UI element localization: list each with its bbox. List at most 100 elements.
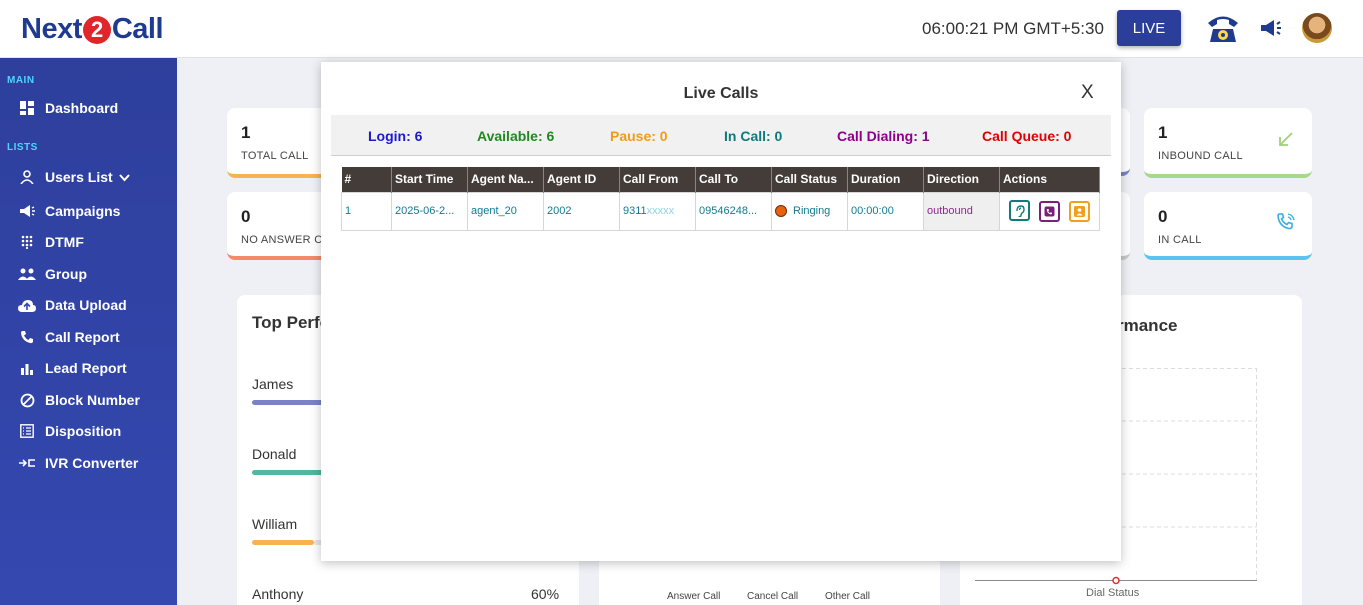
pause-count: Pause: 0 (610, 128, 668, 144)
sidebar-item-dashboard[interactable]: Dashboard (18, 100, 118, 116)
telephone-icon[interactable] (1206, 12, 1240, 49)
sidebar-item-label: IVR Converter (45, 455, 139, 471)
section-lists-label: LISTS (7, 142, 38, 153)
performer-bar (252, 400, 332, 405)
sidebar-item-label: Dashboard (45, 100, 119, 116)
sidebar-item-label: DTMF (45, 234, 84, 250)
column-header[interactable]: Call To (695, 167, 772, 192)
live-button[interactable]: LIVE (1117, 10, 1181, 46)
table-row[interactable]: 1 2025-06-2... agent_20 2002 9311xxxxx 0… (341, 191, 1100, 231)
table-header-row: # Start Time Agent Na... Agent ID Call F… (341, 167, 1100, 192)
sidebar-item-group[interactable]: Group (18, 266, 87, 282)
total-call-label: TOTAL CALL (241, 150, 309, 162)
dial-status-point (1112, 576, 1120, 585)
ear-icon (1016, 205, 1025, 217)
in-call-label: IN CALL (1158, 234, 1202, 246)
legend-other-call: Other Call (825, 591, 871, 602)
cell-duration: 00:00:00 (847, 191, 924, 231)
brand-suffix: Call (111, 13, 164, 45)
performer-bar (252, 470, 332, 475)
sidebar-item-label: Users List (45, 169, 113, 185)
sidebar-item-lead-report[interactable]: Lead Report (18, 360, 127, 376)
sidebar-item-users-list[interactable]: Users List (18, 169, 130, 185)
brand-prefix: Next (21, 13, 82, 45)
sidebar-item-data-upload[interactable]: Data Upload (18, 297, 127, 313)
cell-direction: outbound (923, 191, 1000, 231)
brand-logo[interactable]: Next 2 Call (21, 13, 164, 46)
list-icon (18, 423, 36, 439)
column-header[interactable]: Actions (999, 167, 1100, 192)
close-button[interactable]: X (1081, 82, 1094, 104)
avatar[interactable] (1302, 13, 1332, 43)
group-icon (18, 266, 36, 282)
cell-call-status: Ringing (771, 191, 848, 231)
column-header[interactable]: # (341, 167, 392, 192)
listen-button[interactable] (1009, 200, 1030, 222)
dial-status-label: Dial Status (1086, 587, 1140, 599)
in-call-count: In Call: 0 (724, 128, 783, 144)
barge-button[interactable] (1039, 200, 1061, 222)
cell-number: 1 (341, 191, 392, 231)
total-call-value: 1 (241, 123, 251, 142)
performer-percent: 60% (531, 586, 560, 602)
inbound-call-value: 1 (1158, 123, 1168, 142)
section-main-label: MAIN (7, 75, 35, 86)
phone-box-icon (1044, 206, 1055, 217)
inbound-call-label: INBOUND CALL (1158, 150, 1243, 162)
sidebar-item-label: Call Report (45, 329, 120, 345)
call-from-masked: xxxxx (646, 205, 675, 217)
block-icon (18, 392, 36, 408)
arrow-down-left-icon (1278, 131, 1294, 152)
sidebar: MAIN Dashboard LISTS Users List Campaign… (0, 58, 177, 605)
column-header[interactable]: Start Time (391, 167, 468, 192)
performer-bar (252, 540, 314, 545)
login-count: Login: 6 (368, 128, 423, 144)
column-header[interactable]: Agent Na... (467, 167, 544, 192)
column-header[interactable]: Agent ID (543, 167, 620, 192)
column-header[interactable]: Direction (923, 167, 1000, 192)
column-header[interactable]: Duration (847, 167, 924, 192)
sidebar-item-ivr-converter[interactable]: IVR Converter (18, 455, 138, 471)
user-icon (18, 169, 36, 185)
cell-call-from: 9311xxxxx (619, 191, 696, 231)
live-calls-table: # Start Time Agent Na... Agent ID Call F… (341, 167, 1100, 231)
megaphone-icon (18, 203, 36, 219)
agent-summary-bar: Login: 6 Available: 6 Pause: 0 In Call: … (331, 115, 1111, 156)
legend-cancel-call: Cancel Call (747, 591, 799, 602)
sidebar-item-call-report[interactable]: Call Report (18, 329, 120, 345)
call-from-visible: 9311 (623, 205, 647, 217)
no-answer-label: NO ANSWER CA (241, 234, 331, 246)
dialpad-icon (18, 234, 36, 250)
sidebar-item-disposition[interactable]: Disposition (18, 423, 121, 439)
sidebar-item-dtmf[interactable]: DTMF (18, 234, 84, 250)
phone-ringing-icon (1276, 212, 1296, 237)
modal-title: Live Calls (683, 85, 759, 102)
cell-call-to: 09546248... (695, 191, 772, 231)
agent-details-button[interactable] (1069, 200, 1091, 222)
phone-icon (18, 329, 36, 345)
legend-answer-call: Answer Call (667, 591, 721, 602)
cell-actions (999, 191, 1100, 231)
sidebar-item-label: Lead Report (45, 360, 127, 376)
sidebar-item-label: Group (45, 266, 87, 282)
column-header[interactable]: Call From (619, 167, 696, 192)
top-performer-title: Top Perfo (252, 313, 331, 332)
available-count: Available: 6 (477, 128, 555, 144)
status-dot-icon (775, 205, 787, 218)
sidebar-item-label: Block Number (45, 392, 140, 408)
call-dialing-count: Call Dialing: 1 (837, 128, 930, 144)
sidebar-item-label: Disposition (45, 423, 122, 439)
call-status-text: Ringing (793, 204, 831, 217)
sidebar-item-block-number[interactable]: Block Number (18, 392, 140, 408)
dashboard-icon (18, 100, 36, 116)
in-call-value: 0 (1158, 207, 1168, 226)
sidebar-item-campaigns[interactable]: Campaigns (18, 203, 120, 219)
performer-name: Donald (252, 446, 297, 462)
cloud-upload-icon (18, 297, 36, 313)
cell-agent-name: agent_20 (467, 191, 544, 231)
column-header[interactable]: Call Status (771, 167, 848, 192)
brand-mid: 2 (82, 15, 111, 44)
chevron-down-icon (118, 169, 130, 185)
megaphone-icon[interactable] (1259, 18, 1283, 43)
person-icon (1074, 205, 1086, 217)
